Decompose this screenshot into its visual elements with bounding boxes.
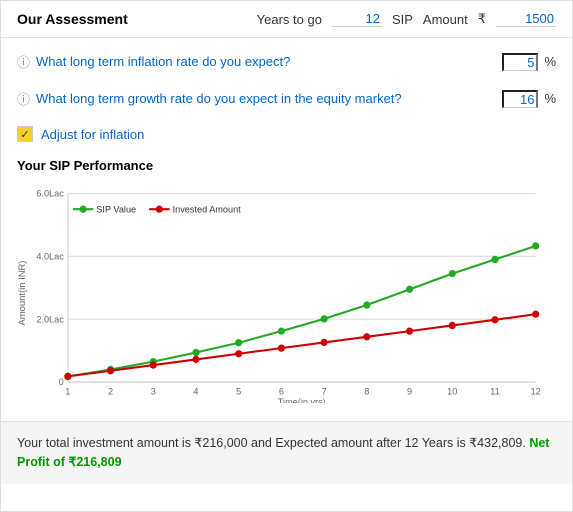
inflation-input[interactable] — [502, 53, 538, 71]
body: ⓘ What long term inflation rate do you e… — [1, 38, 572, 421]
svg-text:2: 2 — [108, 387, 113, 397]
svg-text:2.0Lac: 2.0Lac — [36, 314, 64, 324]
amount-label: Amount — [423, 12, 468, 27]
svg-text:Amount(in INR): Amount(in INR) — [17, 261, 27, 326]
svg-text:3: 3 — [151, 387, 156, 397]
performance-title: Your SIP Performance — [17, 158, 556, 173]
info-icon-2[interactable]: ⓘ — [17, 89, 30, 108]
header-title: Our Assessment — [17, 11, 247, 27]
svg-text:7: 7 — [322, 387, 327, 397]
sip-label: SIP — [392, 12, 413, 27]
svg-text:11: 11 — [490, 387, 499, 397]
adjust-row: ✓ Adjust for inflation — [17, 126, 556, 142]
footer-bar: Your total investment amount is ₹216,000… — [1, 421, 572, 484]
svg-text:12: 12 — [531, 387, 541, 397]
inflation-unit: % — [544, 54, 556, 69]
header: Our Assessment Years to go SIP Amount ₹ — [1, 1, 572, 38]
footer-text: Your total investment amount is ₹216,000… — [17, 436, 529, 450]
svg-text:Invested Amount: Invested Amount — [173, 204, 242, 214]
svg-text:5: 5 — [236, 387, 241, 397]
growth-unit: % — [544, 91, 556, 106]
growth-input[interactable] — [502, 90, 538, 108]
adjust-label[interactable]: Adjust for inflation — [41, 127, 144, 142]
question-2-text: What long term growth rate do you expect… — [36, 91, 496, 106]
question-1-text: What long term inflation rate do you exp… — [36, 54, 496, 69]
adjust-checkbox[interactable]: ✓ — [17, 126, 33, 142]
info-icon-1[interactable]: ⓘ — [17, 52, 30, 71]
svg-text:4: 4 — [193, 387, 198, 397]
assessment-card: Our Assessment Years to go SIP Amount ₹ … — [0, 0, 573, 512]
years-input[interactable] — [332, 11, 382, 27]
svg-text:6.0Lac: 6.0Lac — [36, 189, 64, 199]
years-label: Years to go — [257, 12, 322, 27]
chart-svg: Amount(in INR) 0 2.0Lac 4.0Lac 6.0Lac — [17, 183, 556, 403]
svg-text:6: 6 — [279, 387, 284, 397]
sip-amount-input[interactable] — [496, 11, 556, 27]
question-1-row: ⓘ What long term inflation rate do you e… — [17, 52, 556, 71]
svg-text:8: 8 — [364, 387, 369, 397]
chart-container: Amount(in INR) 0 2.0Lac 4.0Lac 6.0Lac — [17, 183, 556, 403]
svg-text:SIP Value: SIP Value — [96, 204, 136, 214]
svg-text:9: 9 — [407, 387, 412, 397]
svg-text:0: 0 — [59, 377, 64, 387]
svg-text:Time(in yrs): Time(in yrs) — [278, 397, 326, 403]
svg-text:1: 1 — [65, 387, 70, 397]
svg-text:4.0Lac: 4.0Lac — [36, 251, 64, 261]
svg-text:10: 10 — [447, 387, 457, 397]
rupee-symbol: ₹ — [478, 11, 486, 27]
question-2-row: ⓘ What long term growth rate do you expe… — [17, 89, 556, 108]
